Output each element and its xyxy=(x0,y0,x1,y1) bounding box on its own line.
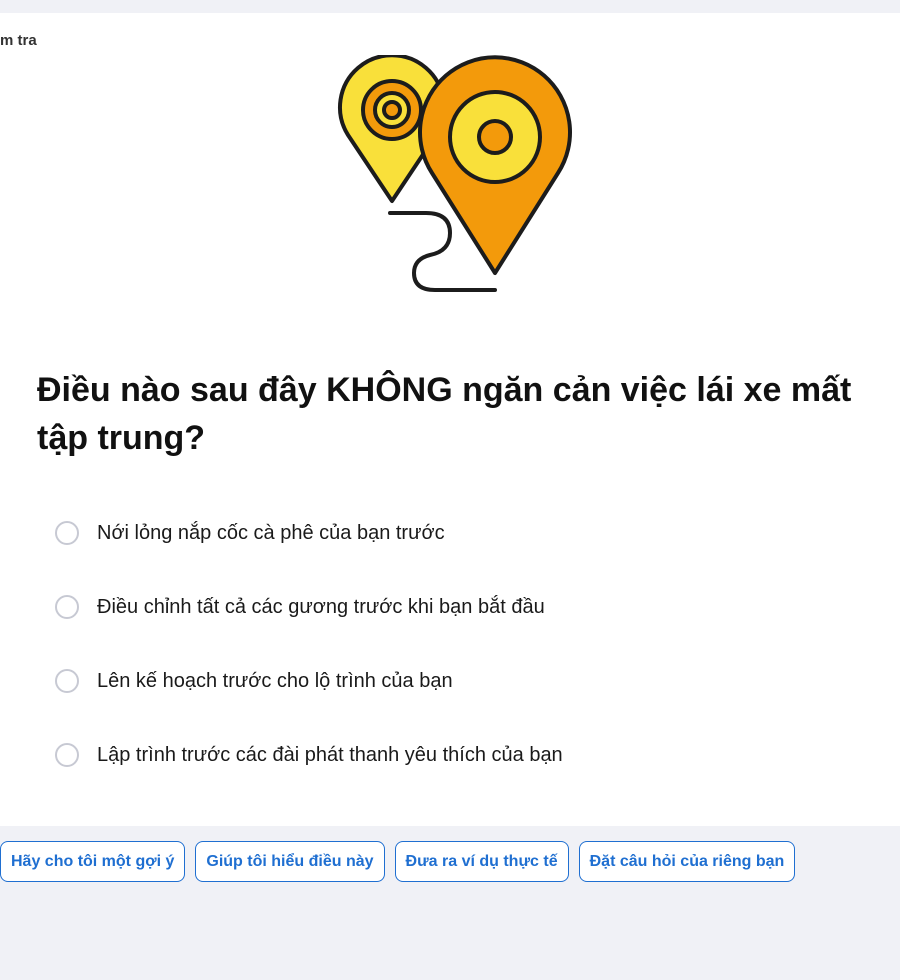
radio-icon[interactable] xyxy=(55,595,79,619)
answer-option-label: Lập trình trước các đài phát thanh yêu t… xyxy=(97,743,563,766)
breadcrumb: m tra xyxy=(0,32,37,49)
answer-option-label: Nới lỏng nắp cốc cà phê của bạn trước xyxy=(97,521,445,544)
large-pin-icon xyxy=(418,55,572,275)
radio-icon[interactable] xyxy=(55,743,79,767)
answer-option-4[interactable]: Lập trình trước các đài phát thanh yêu t… xyxy=(55,732,855,778)
answer-options: Nới lỏng nắp cốc cà phê của bạn trước Đi… xyxy=(55,510,855,806)
help-chips: Hãy cho tôi một gợi ý Giúp tôi hiểu điều… xyxy=(0,841,805,882)
answer-option-3[interactable]: Lên kế hoạch trước cho lộ trình của bạn xyxy=(55,658,855,704)
answer-option-1[interactable]: Nới lỏng nắp cốc cà phê của bạn trước xyxy=(55,510,855,556)
explain-button[interactable]: Giúp tôi hiểu điều này xyxy=(195,841,385,882)
ask-question-button[interactable]: Đặt câu hỏi của riêng bạn xyxy=(578,841,796,882)
answer-option-label: Lên kế hoạch trước cho lộ trình của bạn xyxy=(97,669,453,692)
radio-icon[interactable] xyxy=(55,669,79,693)
example-button[interactable]: Đưa ra ví dụ thực tế xyxy=(394,841,569,882)
answer-option-label: Điều chỉnh tất cả các gương trước khi bạ… xyxy=(97,595,545,618)
radio-icon[interactable] xyxy=(55,521,79,545)
answer-option-2[interactable]: Điều chỉnh tất cả các gương trước khi bạ… xyxy=(55,584,855,630)
map-pins-illustration xyxy=(338,55,572,292)
question-title: Điều nào sau đây KHÔNG ngăn cản việc lái… xyxy=(37,371,852,457)
hint-button[interactable]: Hãy cho tôi một gợi ý xyxy=(0,841,186,882)
